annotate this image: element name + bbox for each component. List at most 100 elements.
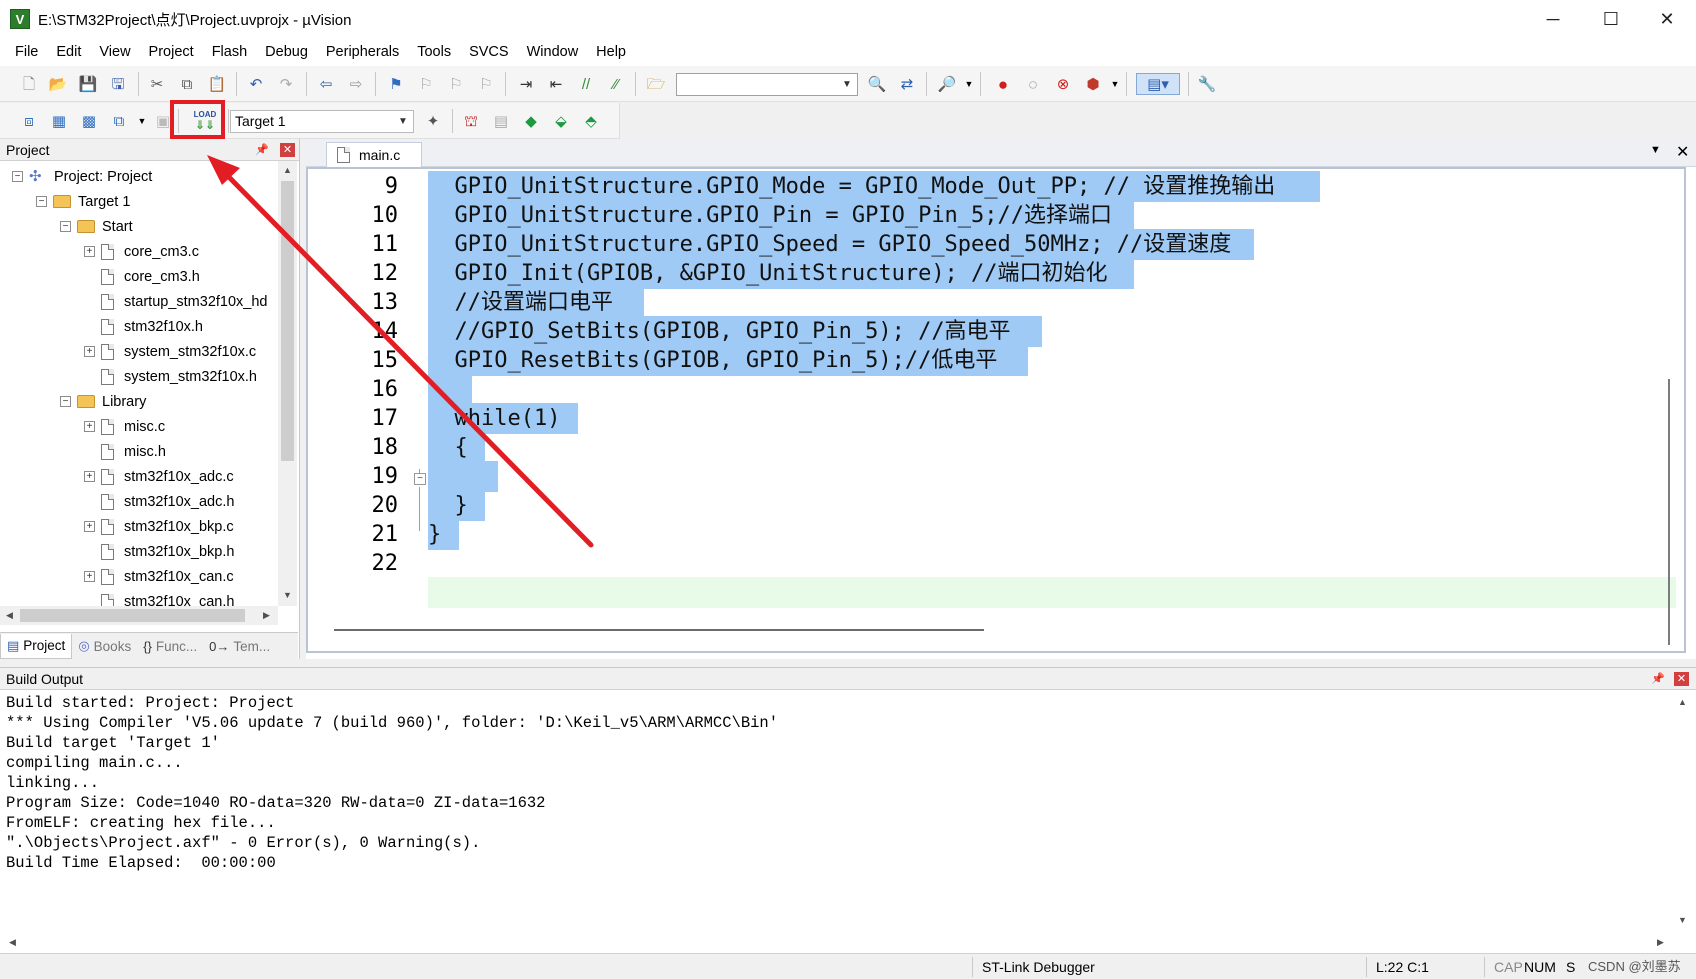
scroll-up-icon[interactable]: ▲: [1674, 694, 1691, 711]
scroll-left-icon[interactable]: ◀: [1, 607, 18, 624]
incremental-find-icon[interactable]: ⇄: [896, 73, 918, 95]
save-all-icon[interactable]: 🖫: [107, 73, 129, 95]
code-line[interactable]: //设置端口电平: [428, 287, 644, 318]
tree-file-item[interactable]: + stm32f10x_adc.c: [84, 465, 234, 488]
cut-icon[interactable]: ✂: [146, 73, 168, 95]
collapse-icon[interactable]: −: [12, 171, 23, 182]
maximize-button[interactable]: ☐: [1582, 0, 1640, 38]
close-window-button[interactable]: ✕: [1638, 0, 1696, 38]
code-line[interactable]: GPIO_UnitStructure.GPIO_Mode = GPIO_Mode…: [428, 171, 1320, 202]
tree-file-item[interactable]: startup_stm32f10x_hd: [84, 290, 267, 313]
clear-bookmarks-icon[interactable]: ⚐: [475, 73, 497, 95]
menu-svcs[interactable]: SVCS: [460, 38, 518, 66]
expand-icon[interactable]: +: [84, 471, 95, 482]
tree-file-item[interactable]: + stm32f10x_can.c: [84, 565, 234, 588]
window-layout-icon[interactable]: ▤▾: [1136, 73, 1180, 95]
software-packs-icon[interactable]: ⬘: [580, 110, 602, 132]
undo-icon[interactable]: ↶: [245, 73, 267, 95]
code-line[interactable]: [428, 374, 472, 405]
disable-breakpoint-icon[interactable]: ○: [1022, 73, 1044, 95]
indent-icon[interactable]: ⇥: [515, 73, 537, 95]
close-panel-button[interactable]: ✕: [280, 143, 295, 157]
open-file-icon[interactable]: 📂: [47, 73, 69, 95]
menu-tools[interactable]: Tools: [408, 38, 460, 66]
code-line[interactable]: while(1): [428, 403, 578, 434]
code-line[interactable]: GPIO_UnitStructure.GPIO_Pin = GPIO_Pin_5…: [428, 200, 1135, 231]
code-editor[interactable]: 9 10 11 12 13 14 15 16 17 18 19 20 21 22 − GPIO_UnitS…: [306, 167, 1686, 653]
tab-templates[interactable]: 0→ Tem...: [203, 634, 276, 659]
rebuild-icon[interactable]: ▩: [78, 110, 100, 132]
code-line[interactable]: [428, 461, 499, 492]
editor-vertical-scrollbar[interactable]: [1668, 379, 1670, 645]
code-body[interactable]: GPIO_UnitStructure.GPIO_Mode = GPIO_Mode…: [428, 169, 1678, 651]
target-options-icon[interactable]: ✦: [422, 110, 444, 132]
tree-project-item[interactable]: − ✣ Project: Project: [12, 165, 152, 188]
expand-icon[interactable]: +: [84, 346, 95, 357]
chevron-down-icon[interactable]: ▼: [1650, 144, 1661, 156]
find-icon[interactable]: 🔍: [866, 73, 888, 95]
navigate-forward-icon[interactable]: ⇨: [345, 73, 367, 95]
collapse-icon[interactable]: −: [60, 221, 71, 232]
tree-horizontal-scrollbar[interactable]: ◀ ▶: [0, 606, 278, 625]
scroll-right-icon[interactable]: ▶: [258, 607, 275, 624]
prev-bookmark-icon[interactable]: ⚐: [415, 73, 437, 95]
expand-icon[interactable]: +: [84, 571, 95, 582]
manage-rte-icon[interactable]: ◆: [520, 110, 542, 132]
find-in-files-icon[interactable]: 🗁: [645, 73, 667, 95]
expand-icon[interactable]: +: [84, 421, 95, 432]
comment-icon[interactable]: //: [575, 73, 597, 95]
bookmark-icon[interactable]: ⚑: [385, 73, 407, 95]
menu-view[interactable]: View: [90, 38, 139, 66]
code-line[interactable]: {: [428, 432, 485, 463]
pin-icon[interactable]: 📌: [254, 142, 270, 158]
collapse-icon[interactable]: −: [36, 196, 47, 207]
tree-folder-item[interactable]: − Target 1: [36, 190, 130, 213]
find-combo[interactable]: ▼: [676, 73, 858, 96]
debug-session-icon[interactable]: 🔎: [936, 73, 958, 95]
code-line[interactable]: }: [428, 519, 459, 550]
tab-functions[interactable]: {} Func...: [137, 634, 203, 659]
scroll-thumb[interactable]: [334, 629, 984, 631]
close-panel-button[interactable]: ✕: [1674, 672, 1689, 686]
menu-edit[interactable]: Edit: [47, 38, 90, 66]
tab-project[interactable]: ▤ Project: [0, 633, 73, 659]
code-line[interactable]: GPIO_UnitStructure.GPIO_Speed = GPIO_Spe…: [428, 229, 1254, 260]
chevron-down-icon[interactable]: ▼: [1104, 73, 1126, 95]
code-line[interactable]: GPIO_Init(GPIOB, &GPIO_UnitStructure); /…: [428, 258, 1135, 289]
collapse-icon[interactable]: −: [60, 396, 71, 407]
breakpoint-icon[interactable]: ●: [992, 73, 1014, 95]
chevron-down-icon[interactable]: ▼: [958, 73, 980, 95]
tree-file-item[interactable]: stm32f10x_adc.h: [84, 490, 234, 513]
navigate-back-icon[interactable]: ⇦: [315, 73, 337, 95]
disable-all-breakpoints-icon[interactable]: ⊗: [1052, 73, 1074, 95]
tree-folder-item[interactable]: − Library: [60, 390, 146, 413]
tab-books[interactable]: ◎ Books: [72, 634, 137, 659]
paste-icon[interactable]: 📋: [206, 73, 228, 95]
scroll-down-icon[interactable]: ▼: [1674, 912, 1691, 929]
copy-icon[interactable]: ⧉: [176, 73, 198, 95]
select-packs-icon[interactable]: ▤: [490, 110, 512, 132]
tree-file-item[interactable]: stm32f10x_bkp.h: [84, 540, 234, 563]
tree-file-item[interactable]: + misc.c: [84, 415, 165, 438]
menu-project[interactable]: Project: [140, 38, 203, 66]
manage-project-items-icon[interactable]: ⛫: [460, 110, 482, 132]
menu-file[interactable]: File: [6, 38, 47, 66]
expand-icon[interactable]: +: [84, 246, 95, 257]
fold-toggle-icon[interactable]: −: [414, 473, 426, 485]
next-bookmark-icon[interactable]: ⚐: [445, 73, 467, 95]
close-tab-icon[interactable]: ✕: [1676, 142, 1689, 162]
chevron-down-icon[interactable]: ▼: [131, 110, 153, 132]
editor-horizontal-scrollbar[interactable]: [334, 624, 1674, 636]
tree-file-item[interactable]: stm32f10x_can.h: [84, 590, 234, 606]
tree-file-item[interactable]: + system_stm32f10x.c: [84, 340, 256, 363]
build-icon[interactable]: ▦: [48, 110, 70, 132]
tree-file-item[interactable]: core_cm3.h: [84, 265, 200, 288]
new-file-icon[interactable]: 🗋: [18, 73, 40, 95]
tab-main-c[interactable]: main.c: [326, 142, 422, 167]
scroll-thumb[interactable]: [281, 181, 294, 461]
pack-installer-icon[interactable]: ⬙: [550, 110, 572, 132]
batch-build-icon[interactable]: ⧉: [108, 110, 130, 132]
redo-icon[interactable]: ↷: [275, 73, 297, 95]
menu-peripherals[interactable]: Peripherals: [317, 38, 408, 66]
pin-icon[interactable]: 📌: [1650, 671, 1666, 687]
